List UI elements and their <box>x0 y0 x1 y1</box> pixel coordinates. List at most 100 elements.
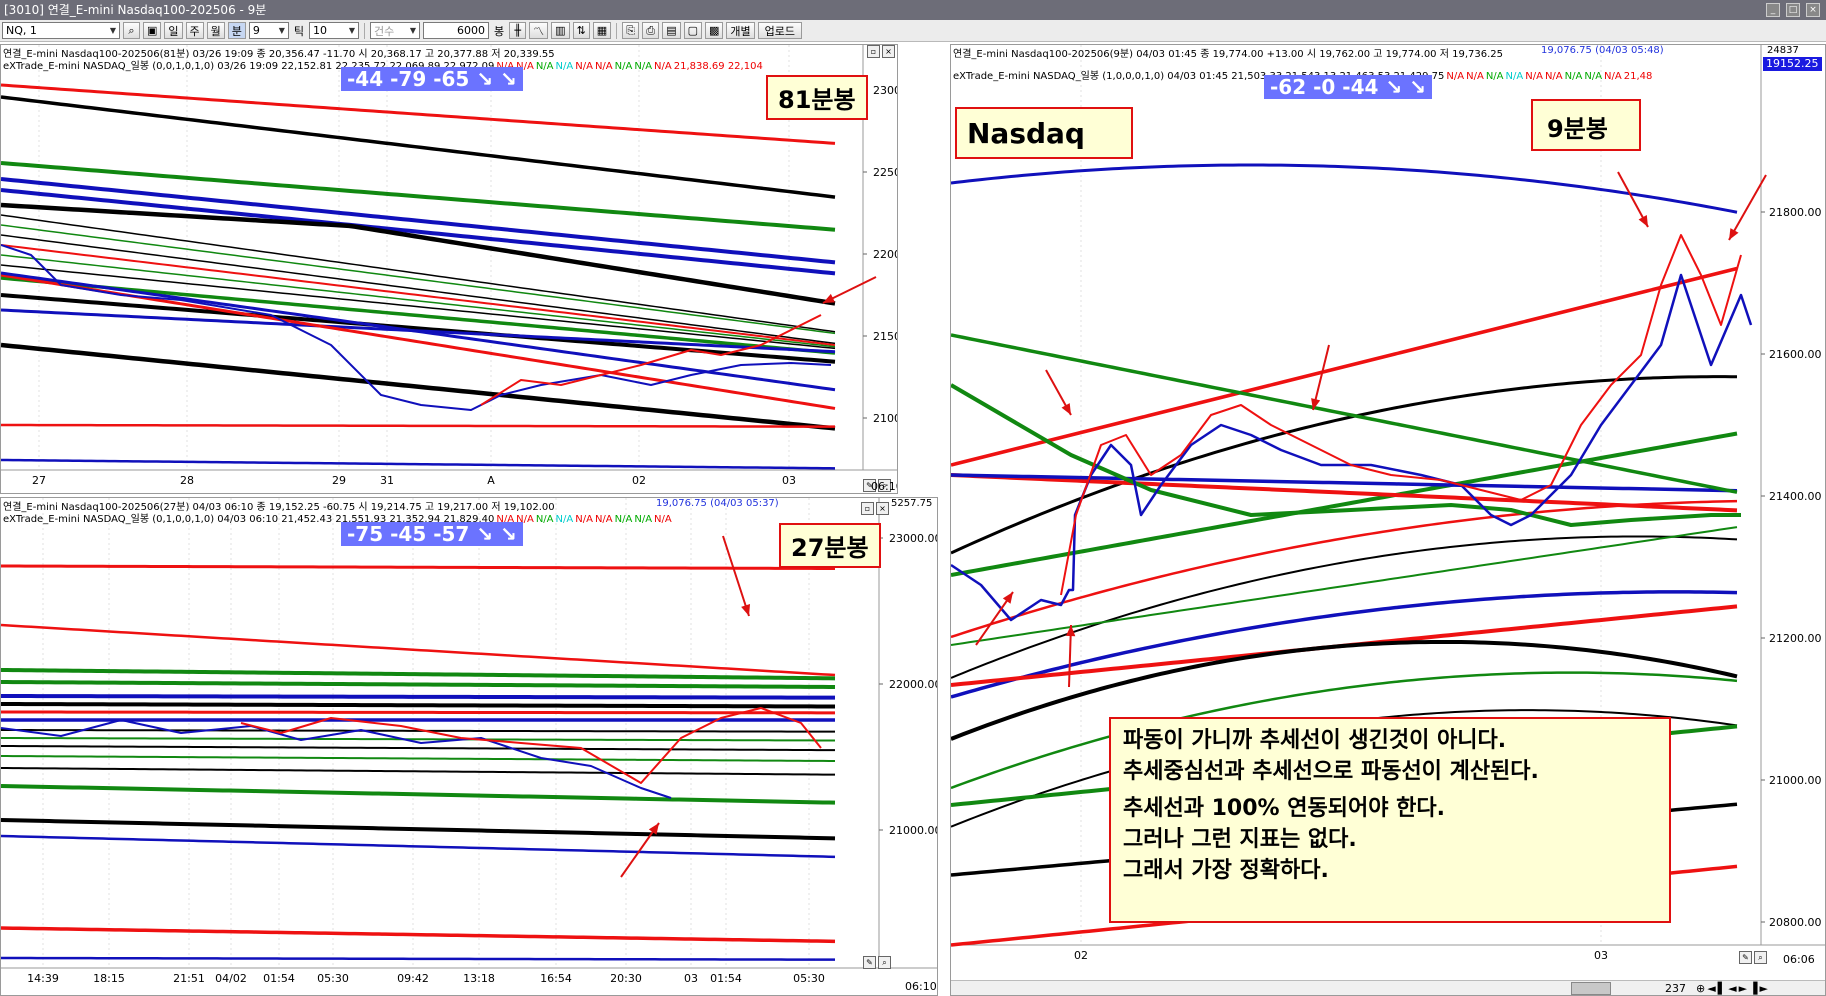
tick-value: 10 <box>313 24 328 37</box>
tick-select[interactable]: 10 ▼ <box>309 22 360 39</box>
chevron-down-icon: ▼ <box>278 26 285 35</box>
copy-icon: ⎘ <box>626 23 636 37</box>
zoom-button[interactable]: ⌕ <box>878 956 891 969</box>
panel-close-button[interactable]: × <box>882 45 895 58</box>
y-tick-label: 23000.00 <box>873 84 898 97</box>
chart-panel-81min[interactable]: 23000.00 22500.00 22000.00 21500.00 21000.00… <box>0 44 898 494</box>
individual-button[interactable]: 개별 <box>726 22 755 39</box>
edit-button[interactable]: ✎ <box>1739 951 1752 964</box>
y-tick-label: 22500.00 <box>873 166 898 179</box>
trend-line <box>1 680 836 690</box>
panel-close-button[interactable]: × <box>876 502 889 515</box>
note-line: 파동이 가니까 추세선이 생긴것이 아니다. <box>1123 728 1507 753</box>
y-tick-label: 23000.00 <box>889 532 938 545</box>
trend-line <box>1 755 836 763</box>
panel-tools: ✎ ⌕ <box>1739 951 1767 964</box>
window-button[interactable]: ▢ <box>683 22 702 39</box>
wave-stat-box: -44 -79 -65 ↘ ↘ <box>341 67 523 91</box>
na-value: N/A <box>654 514 672 525</box>
bar-chart-icon: ▥ <box>555 24 566 37</box>
trend-line <box>1 564 836 571</box>
upload-button[interactable]: 업로드 <box>757 22 803 39</box>
grid-button[interactable]: ▦ <box>592 22 612 39</box>
na-value: N/A <box>1525 71 1543 82</box>
x-tick-label: 31 <box>380 474 394 487</box>
na-value: N/A <box>594 514 613 525</box>
period-month-button[interactable]: 월 <box>206 22 225 39</box>
copy-button[interactable]: ⎘ <box>622 22 640 39</box>
na-value: N/A <box>575 514 593 525</box>
count-input[interactable]: 6000 <box>423 22 490 39</box>
x-tick-label: 01:54 <box>263 972 295 985</box>
candle-icon: ╫ <box>514 24 521 37</box>
chart-scrollbar[interactable]: 237 ⊕◄▌◄►▐► <box>951 980 1825 995</box>
symbol-select[interactable]: NQ, 1 ▼ <box>2 22 120 39</box>
x-tick-label: 21:51 <box>173 972 205 985</box>
note-line: 그러나 그런 지표는 없다. <box>1123 827 1357 852</box>
lock-button[interactable]: ▣ <box>143 22 162 39</box>
trend-line <box>951 333 1738 494</box>
indicator-button[interactable]: 〽 <box>529 22 549 39</box>
chart-plot-area[interactable]: 23000.00 22500.00 22000.00 21500.00 21000.00… <box>1 45 898 494</box>
trend-line <box>1 342 836 431</box>
na-value: N/A <box>555 514 574 525</box>
na-value: N/A <box>1466 71 1484 82</box>
interval-select[interactable]: 9 ▼ <box>248 22 289 39</box>
trend-line <box>1 834 836 859</box>
minimize-button[interactable]: _ <box>1766 3 1780 17</box>
compare-button[interactable]: ▥ <box>551 22 570 39</box>
maximize-button[interactable]: □ <box>1786 3 1800 17</box>
order-icon: ⇅ <box>576 24 586 37</box>
edit-button[interactable]: ✎ <box>863 956 876 969</box>
timeframe-callout: 81분봉 <box>766 75 868 120</box>
trend-line <box>1 293 836 364</box>
period-week-button[interactable]: 주 <box>185 22 204 39</box>
order-button[interactable]: ⇅ <box>572 22 590 39</box>
arrow-head <box>741 604 751 616</box>
count-select[interactable]: 건수 ▼ <box>370 22 421 39</box>
window-title: [3010] 연결_E-mini Nasdaq100-202506 - 9분 <box>4 3 267 17</box>
chart-header-price: 연결_E-mini Nasdaq100-202506(9분) 04/03 01:… <box>953 49 1504 60</box>
scrollbar-thumb[interactable] <box>1571 982 1611 995</box>
trend-line <box>1 668 836 681</box>
zoom-button[interactable]: ⌕ <box>1754 951 1767 964</box>
corner-time: 06:06 <box>1783 953 1815 966</box>
panel-settings-button[interactable]: ▫ <box>861 502 874 515</box>
trend-line <box>1 95 836 199</box>
x-tick-label: 09:42 <box>397 972 429 985</box>
chevron-down-icon: ▼ <box>409 26 417 35</box>
table-icon: ▤ <box>666 24 677 37</box>
period-day-button[interactable]: 일 <box>164 22 183 39</box>
table-button[interactable]: ▤ <box>662 22 681 39</box>
x-tick-label: 03 <box>782 474 796 487</box>
window-controls: _ □ × <box>1766 3 1820 17</box>
trend-line <box>1 83 836 145</box>
chart-panel-9min[interactable]: 21800.00 21600.00 21400.00 21200.00 21000.00… <box>950 44 1826 996</box>
chart-plot-area[interactable]: 23000.00 22000.00 21000.00 14:39 18:15 21:51 0… <box>1 498 938 996</box>
search-button[interactable]: ⌕ <box>123 22 140 39</box>
x-tick-label: 29 <box>332 474 346 487</box>
annotation-note: 파동이 가니까 추세선이 생긴것이 아니다. 추세중심선과 추세선으로 파동선이… <box>1109 717 1671 923</box>
toolbar-divider <box>364 22 366 39</box>
print-button[interactable]: ⎙ <box>642 22 660 39</box>
bar-count: 237 <box>1665 982 1686 995</box>
zoom-nav-icons[interactable]: ⊕◄▌◄►▐► <box>1696 982 1770 995</box>
y-tick-label: 21400.00 <box>1769 490 1822 503</box>
na-value: N/A <box>1604 71 1622 82</box>
layout-button[interactable]: ▩ <box>705 22 724 39</box>
chart-type-button[interactable]: ╫ <box>509 22 527 39</box>
timeframe-callout: 9분봉 <box>1531 99 1641 151</box>
x-tick-label: 13:18 <box>463 972 495 985</box>
y-tick-label: 21600.00 <box>1769 348 1822 361</box>
na-value: N/A <box>1446 71 1465 82</box>
chart-panel-27min[interactable]: 23000.00 22000.00 21000.00 14:39 18:15 21:51 0… <box>0 497 938 996</box>
trend-line <box>1 956 836 961</box>
period-minute-button[interactable]: 분 <box>227 22 246 39</box>
symbol-value: NQ, 1 <box>6 24 37 37</box>
x-tick-label: 03 <box>1594 949 1608 962</box>
line-chart-icon: 〽 <box>533 24 545 38</box>
y-tick-label: 21000.00 <box>873 412 898 425</box>
panel-settings-button[interactable]: ▫ <box>867 45 880 58</box>
na-value: N/A <box>594 61 613 72</box>
close-button[interactable]: × <box>1806 3 1820 17</box>
